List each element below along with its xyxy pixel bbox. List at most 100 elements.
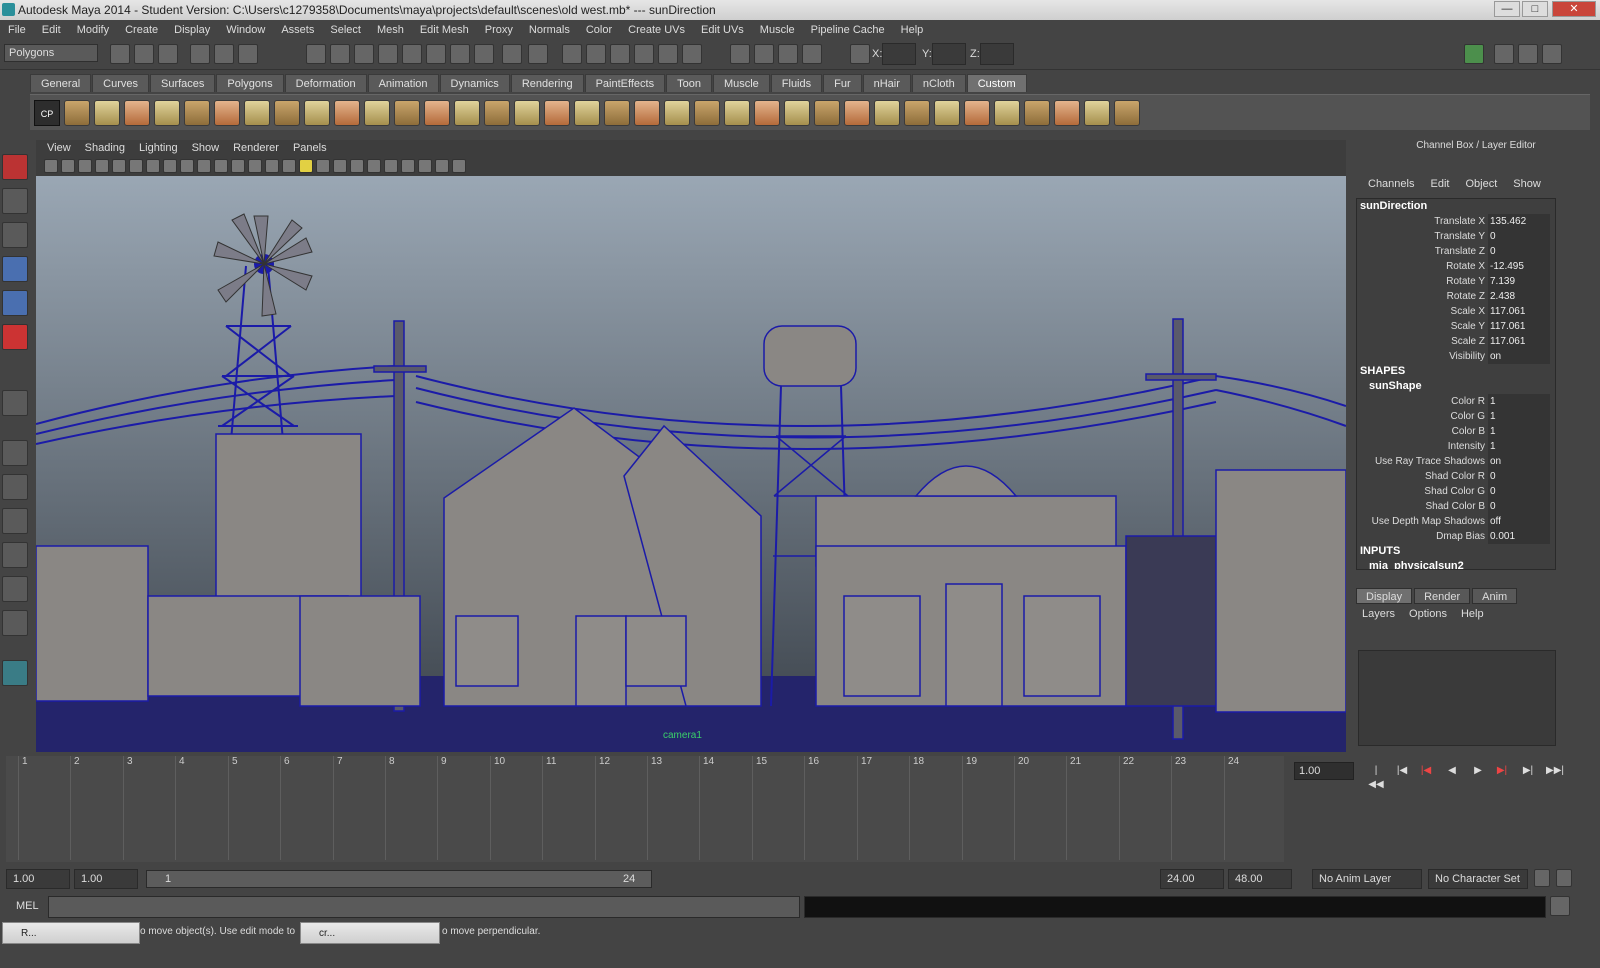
attribute-value[interactable]: -12.495	[1488, 259, 1550, 274]
render-frame-icon[interactable]	[562, 44, 582, 64]
preferences-icon[interactable]	[1556, 869, 1572, 887]
shelf-tool-24-icon[interactable]	[754, 99, 780, 126]
go-to-end-icon[interactable]: ▶▶|	[1546, 764, 1564, 778]
safe-title-icon[interactable]	[214, 159, 228, 173]
menu-assets[interactable]: Assets	[273, 24, 322, 36]
shelf-tool-9-icon[interactable]	[304, 99, 330, 126]
attribute-value[interactable]: 117.061	[1488, 334, 1550, 349]
maximize-button[interactable]: □	[1522, 1, 1548, 17]
gate-mask-icon[interactable]	[163, 159, 177, 173]
menu-mesh[interactable]: Mesh	[369, 24, 412, 36]
step-back-key-icon[interactable]: |◀	[1418, 764, 1434, 778]
attribute-row[interactable]: Color G1	[1357, 409, 1555, 424]
xray-joints-icon[interactable]	[435, 159, 449, 173]
menu-normals[interactable]: Normals	[521, 24, 578, 36]
scale-tool-icon[interactable]	[2, 324, 28, 350]
shelf-tab-fur[interactable]: Fur	[823, 74, 862, 92]
menu-window[interactable]: Window	[218, 24, 273, 36]
attribute-row[interactable]: Rotate Y 7.139	[1357, 274, 1555, 289]
attribute-row[interactable]: Translate Y0	[1357, 229, 1555, 244]
shelf-tool-36-icon[interactable]	[1114, 99, 1140, 126]
shelf-tool-3-icon[interactable]	[124, 99, 150, 126]
attribute-value[interactable]: 1	[1488, 409, 1550, 424]
render-view-icon[interactable]	[658, 44, 678, 64]
layout-icon[interactable]	[754, 44, 774, 64]
shelf-tool-19-icon[interactable]	[604, 99, 630, 126]
range-slider[interactable]: 1 24	[146, 870, 652, 888]
shelf-tool-27-icon[interactable]	[844, 99, 870, 126]
play-backward-icon[interactable]: ◀	[1444, 764, 1460, 778]
channel-box-toggle-icon[interactable]	[1464, 44, 1484, 64]
viewport-menu-lighting[interactable]: Lighting	[132, 140, 185, 156]
attribute-value[interactable]: 135.462	[1488, 214, 1550, 229]
shelf-tool-29-icon[interactable]	[904, 99, 930, 126]
shelf-tab-fluids[interactable]: Fluids	[770, 74, 823, 92]
image-plane-icon[interactable]	[95, 159, 109, 173]
shelf-tab-rendering[interactable]: Rendering	[510, 74, 584, 92]
shelf-tool-28-icon[interactable]	[874, 99, 900, 126]
attribute-value[interactable]: off	[1488, 514, 1550, 529]
shelf-tab-curves[interactable]: Curves	[92, 74, 149, 92]
textured-icon[interactable]	[282, 159, 296, 173]
step-back-frame-icon[interactable]: |◀	[1394, 764, 1410, 778]
paint-select-tool-icon[interactable]	[2, 222, 28, 248]
mel-label[interactable]: MEL	[16, 900, 39, 912]
shadows-icon[interactable]	[316, 159, 330, 173]
channel-menu-channels[interactable]: Channels	[1360, 178, 1422, 190]
minimized-window-2[interactable]: cr...	[300, 922, 440, 944]
shelf-tab-custom[interactable]: Custom	[966, 74, 1027, 92]
construction-icon[interactable]	[450, 44, 470, 64]
mel-input[interactable]	[48, 896, 800, 918]
attribute-row[interactable]: Scale Y 117.061	[1357, 319, 1555, 334]
play-forward-icon[interactable]: ▶	[1470, 764, 1486, 778]
shape-name[interactable]: sunShape	[1357, 379, 1555, 394]
close-button[interactable]: ✕	[1552, 1, 1596, 17]
shelf-tool-20-icon[interactable]	[634, 99, 660, 126]
attribute-value[interactable]: 0.001	[1488, 529, 1550, 544]
shelf-tab-toon[interactable]: Toon	[666, 74, 712, 92]
shelf-tool-17-icon[interactable]	[544, 99, 570, 126]
shelf-tool-33-icon[interactable]	[1024, 99, 1050, 126]
lasso-tool-icon[interactable]	[2, 188, 28, 214]
attribute-value[interactable]: 0	[1488, 469, 1550, 484]
z-input[interactable]	[980, 43, 1014, 65]
shelf-tab-dynamics[interactable]: Dynamics	[439, 74, 510, 92]
viewport-menu-view[interactable]: View	[40, 140, 78, 156]
camera-icon[interactable]	[730, 44, 750, 64]
attribute-editor-icon[interactable]	[1494, 44, 1514, 64]
input-node-name[interactable]: mia_physicalsun2	[1357, 559, 1555, 569]
shelf-tool-16-icon[interactable]	[514, 99, 540, 126]
shelf-tool-35-icon[interactable]	[1084, 99, 1110, 126]
menu-edit-mesh[interactable]: Edit Mesh	[412, 24, 477, 36]
menu-pipeline-cache[interactable]: Pipeline Cache	[803, 24, 893, 36]
attribute-row[interactable]: Shad Color R0	[1357, 469, 1555, 484]
shelf-tool-6-icon[interactable]	[214, 99, 240, 126]
attribute-value[interactable]: 2.438	[1488, 289, 1550, 304]
cp-shelf-button[interactable]: CP	[34, 99, 60, 126]
multisample-icon[interactable]	[367, 159, 381, 173]
shelf-tab-general[interactable]: General	[30, 74, 92, 92]
wireframe-icon[interactable]	[231, 159, 245, 173]
shelf-tool-32-icon[interactable]	[994, 99, 1020, 126]
select-object-icon[interactable]	[214, 44, 234, 64]
minimized-window-1[interactable]: R...	[2, 922, 140, 944]
outliner-icon[interactable]	[778, 44, 798, 64]
shelf-tool-1-icon[interactable]	[64, 99, 90, 126]
menu-color[interactable]: Color	[578, 24, 620, 36]
perspective-viewport[interactable]: View Shading Lighting Show Renderer Panels	[36, 140, 1346, 752]
attribute-row[interactable]: Visibility on	[1357, 349, 1555, 364]
playback-end-field[interactable]: 24.00	[1160, 869, 1224, 889]
attribute-value[interactable]: 1	[1488, 394, 1550, 409]
hypershade-layout-icon[interactable]	[2, 576, 28, 602]
start-time-field[interactable]: 1.00	[6, 869, 70, 889]
move-tool-icon[interactable]	[2, 256, 28, 282]
menu-muscle[interactable]: Muscle	[752, 24, 803, 36]
shelf-tool-18-icon[interactable]	[574, 99, 600, 126]
attribute-row[interactable]: Rotate X -12.495	[1357, 259, 1555, 274]
shelf-tab-polygons[interactable]: Polygons	[216, 74, 284, 92]
attribute-value[interactable]: 1	[1488, 424, 1550, 439]
menu-proxy[interactable]: Proxy	[477, 24, 521, 36]
attribute-row[interactable]: Dmap Bias 0.001	[1357, 529, 1555, 544]
menu-help[interactable]: Help	[893, 24, 932, 36]
selected-object-name[interactable]: sunDirection	[1357, 199, 1555, 214]
